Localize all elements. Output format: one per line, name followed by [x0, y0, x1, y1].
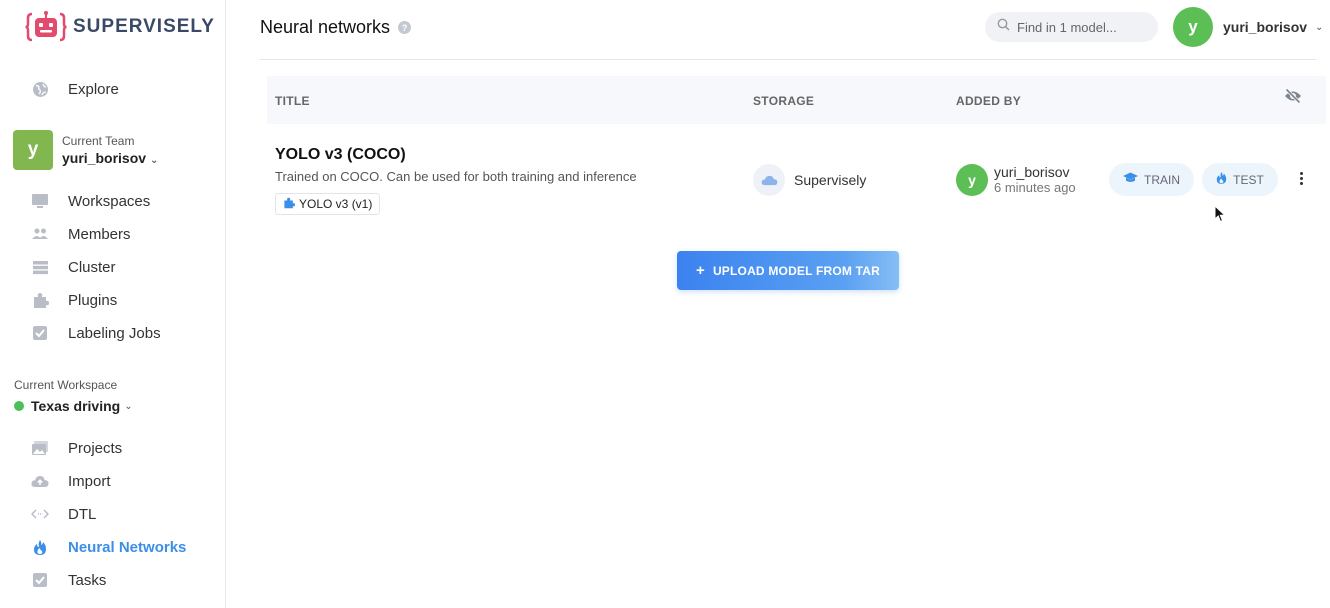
column-header-title[interactable]: TITLE: [275, 94, 310, 108]
model-version-label: YOLO v3 (v1): [299, 197, 373, 211]
avatar: y: [1173, 7, 1213, 47]
mouse-cursor-icon: [1214, 204, 1227, 228]
added-by-name: yuri_borisov: [994, 164, 1070, 180]
sidebar-item-label: Explore: [68, 80, 119, 98]
images-icon: [30, 438, 50, 458]
puzzle-icon: [30, 290, 50, 310]
sidebar-item-label: DTL: [68, 505, 97, 523]
sidebar-item-workspaces[interactable]: Workspaces: [30, 189, 150, 213]
sidebar-item-label: Neural Networks: [68, 538, 187, 556]
globe-icon: [30, 79, 50, 99]
train-button-label: TRAIN: [1144, 172, 1180, 187]
cloud-icon: [753, 164, 785, 196]
search-input[interactable]: [1017, 19, 1147, 35]
table-header: TITLE STORAGE ADDED BY: [267, 76, 1326, 124]
sidebar-item-members[interactable]: Members: [30, 222, 131, 246]
eye-off-icon[interactable]: [1284, 88, 1302, 109]
robot-logo-icon: [25, 10, 67, 44]
monitor-icon: [30, 191, 50, 211]
cluster-icon: [30, 257, 50, 277]
chevron-down-icon: ⌄: [150, 155, 159, 166]
chevron-down-icon: ⌄: [1315, 21, 1324, 33]
model-version-tag[interactable]: YOLO v3 (v1): [275, 193, 381, 215]
sidebar-item-label: Cluster: [68, 258, 116, 276]
brand-name: SUPERVISELY: [73, 16, 215, 37]
page-title-text: Neural networks: [260, 17, 391, 37]
test-button[interactable]: TEST: [1202, 163, 1278, 196]
column-header-storage[interactable]: STORAGE: [753, 94, 814, 108]
flame-icon: [1216, 171, 1227, 188]
sidebar-item-label: Workspaces: [68, 192, 151, 210]
model-title[interactable]: YOLO v3 (COCO): [275, 146, 406, 164]
brand-logo[interactable]: SUPERVISELY: [25, 10, 215, 44]
members-icon: [30, 224, 50, 244]
sidebar-item-tasks[interactable]: Tasks: [30, 568, 106, 592]
sidebar-item-explore[interactable]: Explore: [30, 77, 119, 101]
sidebar-item-label: Labeling Jobs: [68, 324, 161, 342]
team-avatar: y: [13, 130, 53, 170]
column-header-added-by[interactable]: ADDED BY: [956, 94, 1021, 108]
sidebar-item-labeling-jobs[interactable]: Labeling Jobs: [30, 321, 161, 345]
header-divider: [260, 59, 1316, 60]
cloud-upload-icon: [30, 471, 50, 491]
search-box[interactable]: [985, 12, 1158, 42]
storage-name: Supervisely: [794, 172, 867, 188]
sidebar-item-label: Tasks: [68, 571, 107, 589]
graduation-cap-icon: [1123, 172, 1138, 187]
upload-model-button[interactable]: + UPLOAD MODEL FROM TAR: [677, 251, 899, 290]
team-name: yuri_borisov: [62, 150, 147, 166]
help-icon[interactable]: ?: [398, 21, 412, 34]
test-button-label: TEST: [1233, 172, 1264, 187]
user-name: yuri_borisov: [1223, 19, 1308, 35]
sidebar-item-plugins[interactable]: Plugins: [30, 288, 117, 312]
avatar: y: [956, 164, 988, 196]
chevron-down-icon: ⌄: [124, 400, 133, 412]
upload-model-button-label: UPLOAD MODEL FROM TAR: [712, 263, 881, 278]
storage-cell: Supervisely: [753, 164, 866, 196]
sidebar-item-projects[interactable]: Projects: [30, 436, 122, 460]
workspace-selector[interactable]: Current Workspace Texas driving ⌄: [14, 378, 133, 414]
search-icon: [997, 18, 1010, 36]
sidebar-item-label: Projects: [68, 439, 123, 457]
sidebar-item-neural-networks[interactable]: Neural Networks: [30, 535, 186, 559]
workspace-caption: Current Workspace: [14, 378, 118, 392]
added-time: 6 minutes ago: [994, 180, 1076, 195]
sidebar: SUPERVISELY Explore y Current Team yuri_…: [0, 0, 226, 608]
puzzle-icon: [283, 197, 295, 212]
code-icon: [30, 504, 50, 524]
plus-icon: +: [695, 262, 705, 279]
user-menu[interactable]: y yuri_borisov ⌄: [1173, 7, 1323, 47]
sidebar-item-cluster[interactable]: Cluster: [30, 255, 116, 279]
team-caption: Current Team: [62, 134, 135, 148]
checkbox-icon: [30, 570, 50, 590]
team-selector[interactable]: y Current Team yuri_borisov ⌄: [13, 130, 158, 170]
train-button[interactable]: TRAIN: [1109, 163, 1194, 196]
sidebar-item-import[interactable]: Import: [30, 469, 111, 493]
sidebar-item-dtl[interactable]: DTL: [30, 502, 96, 526]
model-description: Trained on COCO. Can be used for both tr…: [275, 169, 637, 184]
flame-icon: [30, 537, 50, 557]
sidebar-item-label: Import: [68, 472, 111, 490]
added-by-cell: y yuri_borisov 6 minutes ago: [956, 164, 1076, 196]
workspace-status-dot: [14, 401, 24, 411]
more-options-icon[interactable]: [1293, 168, 1309, 188]
page-title: Neural networks ?: [260, 17, 412, 38]
sidebar-item-label: Members: [68, 225, 131, 243]
sidebar-item-label: Plugins: [68, 291, 118, 309]
checkbox-icon: [30, 323, 50, 343]
workspace-name: Texas driving: [31, 398, 121, 414]
